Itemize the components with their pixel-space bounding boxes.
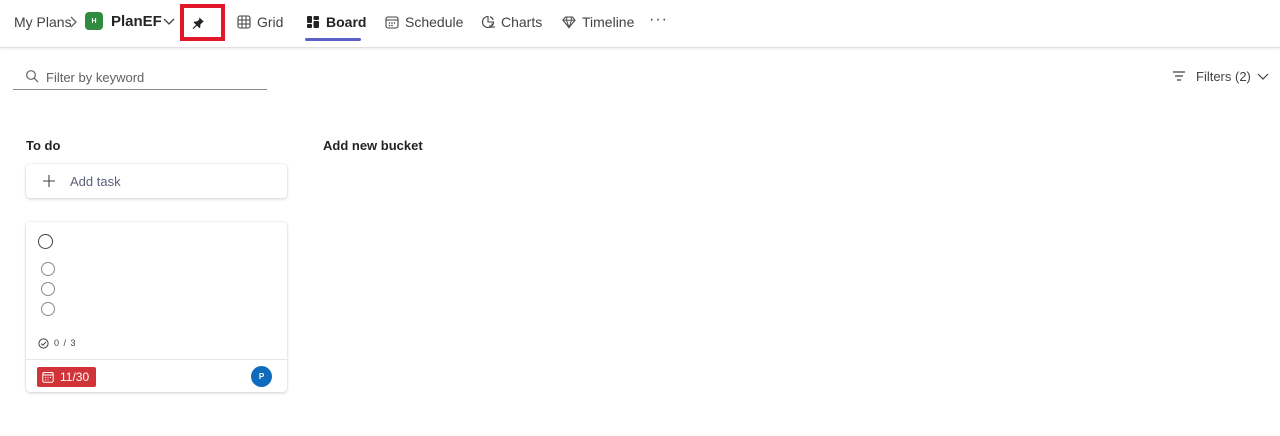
tab-timeline[interactable]: Timeline [562,12,634,32]
task-card[interactable]: 0 / 3 11/30 P [26,222,287,392]
checklist-progress: 0 / 3 [38,337,77,349]
board-icon [307,16,319,28]
task-complete-checkbox[interactable] [38,234,53,249]
add-new-bucket-button[interactable]: Add new bucket [323,138,423,153]
card-divider [26,359,287,360]
active-tab-indicator [305,38,361,41]
diamond-icon [562,16,576,29]
plan-title[interactable]: PlanEF [111,13,162,30]
search-icon [26,70,39,83]
pin-icon [192,16,204,29]
tab-grid[interactable]: Grid [237,12,283,32]
top-bar: My Plans H PlanEF Grid Board Schedule Ch… [0,0,1280,48]
filter-field [13,64,267,90]
chevron-right-icon [70,16,77,28]
pin-button[interactable] [180,4,225,41]
tab-charts-label: Charts [501,14,543,30]
tab-schedule[interactable]: Schedule [385,12,463,32]
checklist-item-checkbox[interactable] [41,302,55,316]
calendar-icon [42,372,54,383]
checklist-progress-text: 0 / 3 [54,338,77,348]
breadcrumb-my-plans[interactable]: My Plans [14,14,72,30]
calendar-icon [385,16,399,29]
filters-button[interactable]: Filters (2) [1172,66,1269,86]
bucket-title[interactable]: To do [26,138,60,153]
add-task-label: Add task [70,173,121,189]
tab-grid-label: Grid [257,14,284,30]
checklist-item-checkbox[interactable] [41,282,55,296]
due-date-badge[interactable]: 11/30 [37,367,96,387]
more-icon[interactable]: ··· [649,10,668,30]
tab-timeline-label: Timeline [582,14,635,30]
chevron-down-icon[interactable] [163,16,175,26]
assignee-avatar[interactable]: P [251,366,272,387]
filter-keyword-input[interactable] [46,67,261,87]
tab-board[interactable]: Board [306,12,366,32]
tab-charts[interactable]: Charts [481,12,542,32]
tab-board-label: Board [326,14,367,30]
plus-icon [43,175,55,187]
plan-badge: H [85,12,103,30]
check-circle-icon [38,337,49,349]
grid-icon [237,15,251,29]
due-date-text: 11/30 [60,370,90,384]
chart-icon [481,15,495,29]
add-task-button[interactable]: Add task [26,164,287,198]
chevron-down-icon [1257,73,1269,80]
checklist-item-checkbox[interactable] [41,262,55,276]
tab-schedule-label: Schedule [405,14,464,30]
filter-lines-icon [1173,71,1185,81]
filters-label: Filters (2) [1196,68,1251,84]
